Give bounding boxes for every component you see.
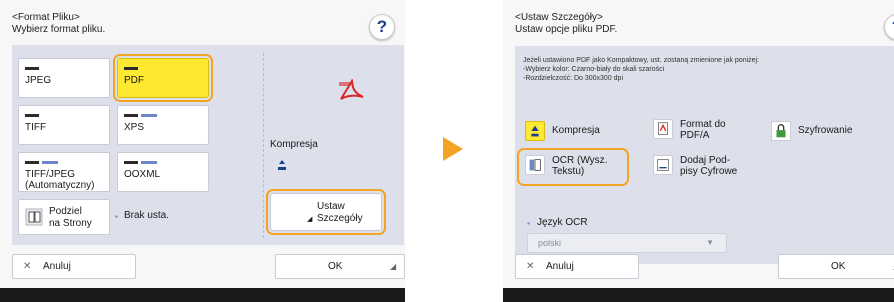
compression-icon bbox=[278, 160, 286, 170]
brak-status-text: Brak usta. bbox=[124, 210, 170, 221]
format-pdfa-button[interactable]: Format do PDF/A bbox=[653, 116, 753, 143]
format-xps-button[interactable]: XPS bbox=[117, 105, 209, 145]
podziel-label: Podziel na Strony bbox=[49, 206, 92, 230]
cancel-label: Anuluj bbox=[546, 261, 574, 272]
bottom-status-bar bbox=[503, 288, 894, 302]
adobe-pdf-icon bbox=[339, 79, 364, 100]
screen-header: <Format Pliku> Wybierz format pliku. bbox=[12, 12, 105, 36]
cancel-label: Anuluj bbox=[43, 261, 71, 272]
split-pages-icon bbox=[25, 208, 43, 226]
status-bullet-icon: ▪ bbox=[527, 219, 530, 228]
ustaw-label: Ustaw Szczegóły bbox=[317, 201, 363, 225]
podpisy-cyfrowe-button[interactable]: Dodaj Pod- pisy Cyfrowe bbox=[653, 152, 763, 179]
lock-icon bbox=[771, 121, 791, 141]
format-pdfa-line2: PDF/A bbox=[680, 130, 710, 141]
screen-title: <Format Pliku> bbox=[12, 12, 80, 23]
podziel-label-line2: na Strony bbox=[49, 218, 92, 229]
format-jpeg-button[interactable]: JPEG bbox=[18, 58, 110, 98]
ustaw-szczegoly-screen: <Ustaw Szczegóły> Ustaw opcje pliku PDF.… bbox=[503, 0, 894, 302]
help-button[interactable]: ? bbox=[369, 14, 395, 40]
status-bullet-icon: ▪ bbox=[115, 212, 118, 221]
kompresja-label: Kompresja bbox=[270, 139, 318, 150]
submenu-arrow-icon: ◢ bbox=[307, 216, 313, 223]
format-indicator-icon bbox=[124, 67, 138, 70]
format-pdfa-line1: Format do bbox=[680, 119, 726, 130]
format-indicator-icon bbox=[124, 161, 138, 164]
kompresja-button[interactable]: Kompresja bbox=[525, 118, 625, 145]
signature-icon bbox=[653, 155, 673, 175]
format-pdf-button[interactable]: PDF bbox=[113, 54, 213, 102]
format-tiffjpeg-button[interactable]: TIFF/JPEG (Automatyczny) bbox=[18, 152, 110, 192]
format-indicator-icon bbox=[124, 114, 138, 117]
pdfa-icon bbox=[653, 119, 673, 139]
format-label-line2: (Automatyczny) bbox=[25, 180, 95, 191]
podziel-na-strony-button[interactable]: Podziel na Strony bbox=[18, 199, 110, 235]
podpisy-label-line2: pisy Cyfrowe bbox=[680, 166, 738, 177]
ok-button[interactable]: OK ◢ bbox=[778, 254, 894, 279]
format-label: TIFF/JPEG (Automatyczny) bbox=[25, 169, 94, 191]
screen-instruction: Ustaw opcje pliku PDF. bbox=[515, 24, 618, 35]
ocr-button[interactable]: OCR (Wysz. Tekstu) bbox=[517, 148, 629, 186]
jezyk-ocr-label: Język OCR bbox=[537, 217, 588, 228]
ocr-label-line1: OCR (Wysz. bbox=[552, 155, 608, 166]
format-tiff-button[interactable]: TIFF bbox=[18, 105, 110, 145]
ustaw-szczegoly-button[interactable]: Ustaw Szczegóły ◢ bbox=[266, 189, 386, 235]
screen-instruction: Wybierz format pliku. bbox=[12, 24, 106, 35]
ocr-icon bbox=[525, 155, 545, 175]
close-icon: ✕ bbox=[526, 261, 535, 272]
ok-label: OK bbox=[831, 261, 846, 272]
details-panel: Jeżeli ustawiono PDF jako Kompaktowy, us… bbox=[515, 46, 894, 264]
format-label: XPS bbox=[124, 122, 145, 133]
podpisy-label-line1: Dodaj Pod- bbox=[680, 155, 731, 166]
format-label: PDF bbox=[124, 75, 144, 86]
ok-label: OK bbox=[328, 261, 343, 272]
screen-header: <Ustaw Szczegóły> Ustaw opcje pliku PDF. bbox=[515, 12, 617, 36]
info-line: Jeżeli ustawiono PDF jako Kompaktowy, us… bbox=[523, 57, 760, 64]
format-indicator-icon bbox=[42, 161, 58, 164]
format-label: OOXML bbox=[124, 169, 161, 180]
format-indicator-icon bbox=[141, 161, 157, 164]
kompresja-label: Kompresja bbox=[552, 125, 600, 136]
ocr-label: OCR (Wysz. Tekstu) bbox=[552, 155, 607, 177]
podziel-label-line1: Podziel bbox=[49, 206, 82, 217]
corner-arrow-icon: ◢ bbox=[390, 262, 397, 271]
cancel-button[interactable]: ✕ Anuluj bbox=[12, 254, 136, 279]
info-text: Jeżeli ustawiono PDF jako Kompaktowy, us… bbox=[523, 56, 759, 83]
chevron-down-icon: ▼ bbox=[706, 238, 714, 247]
ustaw-label-line1: Ustaw bbox=[317, 201, 345, 212]
cancel-button[interactable]: ✕ Anuluj bbox=[515, 254, 639, 279]
format-label: TIFF bbox=[25, 122, 47, 133]
info-line: -Rozdzielczość: Do 300x300 dpi bbox=[523, 75, 623, 82]
help-button[interactable]: ? bbox=[884, 14, 894, 40]
panel-divider bbox=[263, 53, 264, 238]
format-pliku-screen: <Format Pliku> Wybierz format pliku. ? J… bbox=[0, 0, 405, 302]
format-indicator-icon bbox=[141, 114, 157, 117]
podpisy-label: Dodaj Pod- pisy Cyfrowe bbox=[680, 155, 737, 177]
ocr-label-line2: Tekstu) bbox=[552, 166, 585, 177]
ustaw-label-line2: Szczegóły bbox=[317, 213, 363, 224]
format-panel: JPEG PDF TIFF XPS TIFF/JPEG (Automatyczn… bbox=[12, 45, 404, 245]
format-ooxml-button[interactable]: OOXML bbox=[117, 152, 209, 192]
ok-button[interactable]: OK ◢ bbox=[275, 254, 405, 279]
close-icon: ✕ bbox=[23, 261, 32, 272]
transition-arrow-icon bbox=[443, 137, 463, 161]
format-label-line1: TIFF/JPEG bbox=[25, 169, 75, 180]
format-indicator-icon bbox=[25, 161, 39, 164]
screen-title: <Ustaw Szczegóły> bbox=[515, 12, 603, 23]
format-indicator-icon bbox=[25, 67, 39, 70]
format-indicator-icon bbox=[25, 114, 39, 117]
jezyk-ocr-value: polski bbox=[538, 238, 562, 248]
jezyk-ocr-select[interactable]: polski ▼ bbox=[527, 233, 727, 253]
format-label: JPEG bbox=[25, 75, 52, 86]
bottom-status-bar bbox=[0, 288, 405, 302]
format-pdfa-label: Format do PDF/A bbox=[680, 119, 726, 141]
szyfrowanie-label: Szyfrowanie bbox=[798, 125, 853, 136]
szyfrowanie-button[interactable]: Szyfrowanie bbox=[771, 118, 881, 145]
info-line: -Wybierz kolor: Czarno-biały do skali sz… bbox=[523, 66, 665, 73]
compression-icon bbox=[525, 121, 545, 141]
